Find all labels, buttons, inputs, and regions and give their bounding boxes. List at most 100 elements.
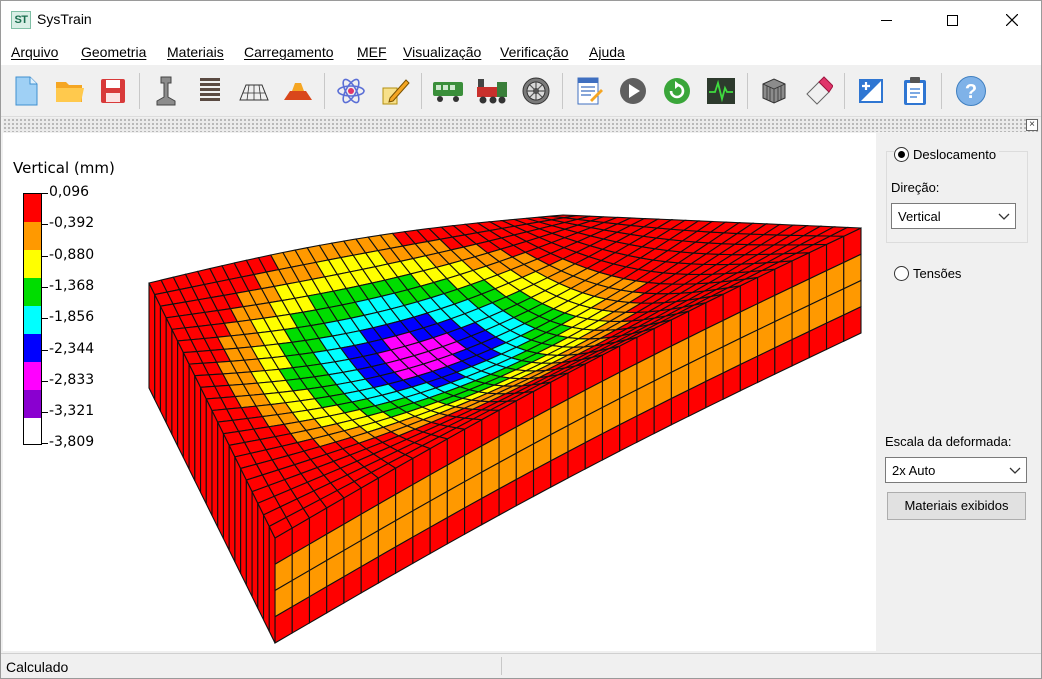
- status-divider: [501, 657, 502, 675]
- svg-text:?: ?: [965, 81, 977, 103]
- menu-carregamento[interactable]: Carregamento: [244, 44, 334, 60]
- menu-ajuda[interactable]: Ajuda: [589, 44, 625, 60]
- materials-shown-button[interactable]: Materiais exibidos: [887, 492, 1026, 520]
- deformation-scale-select[interactable]: 2x Auto: [885, 457, 1027, 483]
- embankment-icon: [284, 83, 312, 100]
- materials-atom-button[interactable]: [332, 72, 370, 110]
- locomotive-button[interactable]: [473, 72, 511, 110]
- toolbar: ?: [1, 65, 1041, 117]
- edit-button[interactable]: [376, 72, 414, 110]
- close-button[interactable]: [989, 1, 1035, 39]
- mesh-element: [222, 433, 230, 551]
- refresh-button[interactable]: [658, 72, 696, 110]
- help-icon: ?: [956, 76, 986, 106]
- mesh-element: [165, 317, 173, 435]
- direction-value: Vertical: [898, 209, 941, 224]
- embankment-button[interactable]: [279, 72, 317, 110]
- displacement-radio-circle: [894, 147, 909, 162]
- menu-bar: Arquivo Geometria Materiais Carregamento…: [1, 39, 1041, 65]
- open-folder-icon: [56, 82, 84, 102]
- stress-radio[interactable]: Tensões: [894, 266, 961, 281]
- mesh-cube-icon: [762, 78, 786, 104]
- radio-selected-dot: [898, 151, 905, 158]
- deformed-mesh-plot[interactable]: [3, 133, 876, 651]
- direction-label: Direção:: [891, 180, 940, 195]
- toolbar-separator: [139, 73, 140, 109]
- displacement-radio[interactable]: Deslocamento: [894, 147, 1000, 162]
- sleepers-icon: [200, 78, 220, 101]
- wheel-button[interactable]: [517, 72, 555, 110]
- mesh-element: [240, 468, 247, 586]
- wheel-icon: [522, 77, 550, 105]
- menu-verificacao[interactable]: Verificação: [500, 44, 568, 60]
- new-file-button[interactable]: [7, 72, 45, 110]
- maximize-button[interactable]: [929, 1, 975, 39]
- menu-materiais[interactable]: Materiais: [167, 44, 224, 60]
- rail-button[interactable]: [147, 72, 185, 110]
- mesh-element: [194, 375, 202, 493]
- minimize-button[interactable]: [863, 1, 909, 39]
- help-button[interactable]: ?: [952, 72, 990, 110]
- clipboard-button[interactable]: [896, 72, 934, 110]
- mesh-element: [268, 526, 276, 644]
- wagon-button[interactable]: [429, 72, 467, 110]
- mesh-element: [177, 340, 184, 458]
- eraser-button[interactable]: [799, 72, 837, 110]
- mesh-element: [251, 491, 259, 609]
- menu-mef[interactable]: MEF: [357, 44, 387, 60]
- menu-arquivo[interactable]: Arquivo: [11, 44, 58, 60]
- mesh-element: [148, 282, 156, 400]
- menu-geometria[interactable]: Geometria: [81, 44, 146, 60]
- ballast-icon: [239, 84, 269, 101]
- title-bar: ST SysTrain: [1, 1, 1041, 39]
- save-icon: [101, 79, 125, 103]
- panel-grip[interactable]: [3, 118, 1039, 132]
- run-analysis-button[interactable]: [614, 72, 652, 110]
- mesh-element: [171, 329, 179, 447]
- mesh-button[interactable]: [755, 72, 793, 110]
- chevron-down-icon: [998, 213, 1010, 220]
- mesh-element: [159, 305, 167, 424]
- pencil-edit-icon: [382, 79, 410, 105]
- add-result-button[interactable]: [852, 72, 890, 110]
- open-file-button[interactable]: [51, 72, 89, 110]
- mesh-element: [262, 514, 270, 632]
- toolbar-separator: [844, 73, 845, 109]
- mesh-element: [199, 387, 207, 505]
- atom-icon: [337, 78, 365, 104]
- panel-close-icon[interactable]: ×: [1026, 119, 1038, 131]
- minimize-icon: [880, 19, 892, 21]
- status-bar: Calculado: [1, 653, 1041, 678]
- wagon-icon: [433, 82, 463, 102]
- save-button[interactable]: [94, 72, 132, 110]
- mesh-element: [205, 398, 213, 516]
- toolbar-separator: [324, 73, 325, 109]
- chevron-down-icon: [1009, 467, 1021, 474]
- 3d-viewport[interactable]: Vertical (mm) 0,096 -0,392 -0,880 -1,368 -1,…: [3, 133, 876, 651]
- status-text: Calculado: [6, 659, 69, 675]
- new-file-icon: [15, 76, 38, 106]
- mesh-element: [234, 456, 242, 574]
- menu-visualizacao[interactable]: Visualização: [403, 44, 481, 60]
- eraser-icon: [806, 76, 833, 105]
- stress-radio-circle: [894, 266, 909, 281]
- mesh-element: [245, 479, 253, 597]
- mesh-element: [182, 352, 190, 470]
- mesh-element: [228, 445, 236, 563]
- stress-label: Tensões: [913, 266, 962, 281]
- signal-button[interactable]: [702, 72, 740, 110]
- report-icon: [577, 77, 603, 105]
- mesh-element: [217, 421, 225, 539]
- direction-select[interactable]: Vertical: [891, 203, 1016, 229]
- signal-icon: [707, 78, 735, 104]
- app-window: ST SysTrain Arquivo Geometria Materiais …: [0, 0, 1042, 679]
- sleepers-button[interactable]: [191, 72, 229, 110]
- report-button[interactable]: [570, 72, 608, 110]
- displacement-label: Deslocamento: [913, 147, 997, 162]
- toolbar-separator: [421, 73, 422, 109]
- clipboard-icon: [904, 77, 926, 105]
- mesh-element: [154, 294, 162, 412]
- toolbar-separator: [562, 73, 563, 109]
- results-panel: Deslocamento Direção: Vertical Tensões E…: [876, 133, 1039, 651]
- ballast-button[interactable]: [235, 72, 273, 110]
